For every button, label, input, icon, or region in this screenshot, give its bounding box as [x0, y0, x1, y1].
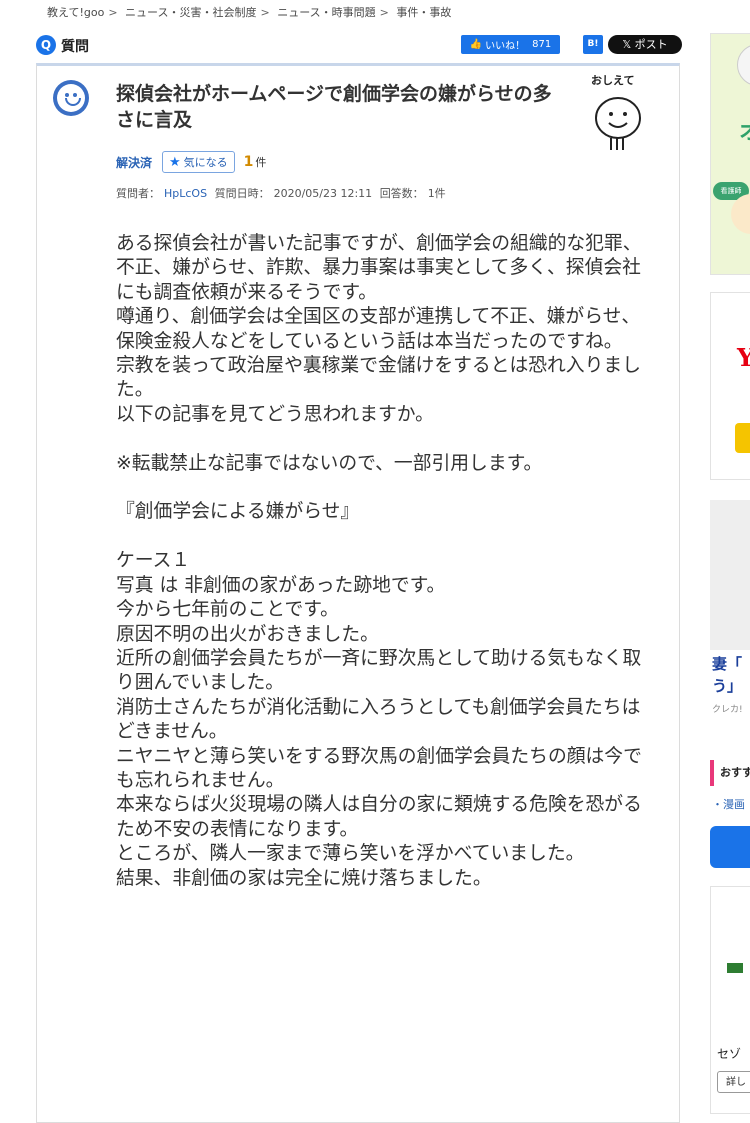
- ad-person-image: [737, 44, 750, 86]
- sidebar-ad-yahoo[interactable]: Y: [710, 292, 750, 480]
- body-paragraph: 結果、非創価の家は完全に焼け落ちました。: [116, 867, 492, 889]
- thumbs-up-icon: 👍: [469, 39, 483, 50]
- question-card: 探偵会社がホームページで創価学会の嫌がらせの多さに言及 おしえて 解決済 ★ 気…: [36, 63, 680, 1123]
- x-post-button[interactable]: 𝕏 ポスト: [608, 35, 682, 54]
- breadcrumb-separator: >: [379, 6, 389, 19]
- hatena-bookmark-button[interactable]: B!: [583, 35, 603, 54]
- body-paragraph: 以下の記事を見てどう思われますか。: [116, 403, 434, 425]
- sidebar-ad-source: クレカ!: [712, 705, 743, 715]
- date-label: 質問日時：: [214, 187, 270, 200]
- like-label: いいね！: [485, 41, 526, 52]
- sidebar-ad-banner[interactable]: オ 看護師 ハ: [710, 33, 750, 275]
- watch-label: 気になる: [183, 156, 228, 169]
- watch-count: 1: [243, 154, 254, 170]
- like-button[interactable]: 👍 いいね！ 871: [461, 35, 560, 54]
- body-paragraph: 原因不明の出火がおきました。: [116, 623, 379, 645]
- body-paragraph: ある探偵会社が書いた記事ですが、創価学会の組織的な犯罪、不正、嫌がらせ、詐欺、暴…: [116, 233, 642, 303]
- question-meta: 質問者： HpLcOS 質問日時： 2020/05/23 12:11 回答数： 1件: [116, 185, 450, 201]
- ad-saison-label: セゾ: [717, 1047, 742, 1061]
- body-paragraph: ところが、隣人一家まで薄ら笑いを浮かべていました。: [116, 843, 585, 865]
- ad-bottom-text: ハ: [741, 270, 750, 274]
- sidebar-ad-headline[interactable]: 妻「 う」: [712, 653, 742, 697]
- question-body: ある探偵会社が書いた記事ですが、創価学会の組織的な犯罪、不正、嫌がらせ、詐欺、暴…: [116, 232, 651, 891]
- ad-yellow-button[interactable]: [735, 423, 750, 453]
- breadcrumb-separator: >: [260, 6, 270, 19]
- body-paragraph: 宗教を装って政治屋や裏稼業で金儲けをするとは恐れ入りました。: [116, 355, 641, 401]
- asker-link[interactable]: HpLcOS: [164, 187, 207, 200]
- question-title: 探偵会社がホームページで創価学会の嫌がらせの多さに言及: [116, 83, 552, 131]
- body-paragraph: 『創価学会による嫌がらせ』: [116, 501, 360, 523]
- avatar[interactable]: [53, 80, 89, 116]
- question-date: 2020/05/23 12:11: [273, 187, 373, 200]
- body-paragraph: 近所の創価学会員たちが一斉に野次馬として助ける気もなく取り囲んでいました。: [116, 647, 642, 694]
- breadcrumb-item-news-current[interactable]: ニュース・時事問題: [277, 6, 375, 19]
- sidebar-ad-image[interactable]: [710, 500, 750, 650]
- breadcrumb: 教えて!goo > ニュース・災害・社会制度 > ニュース・時事問題 > 事件・事故: [47, 4, 451, 20]
- like-count: 871: [532, 39, 552, 50]
- question-label: 質問: [61, 39, 89, 55]
- breadcrumb-item-incident[interactable]: 事件・事故: [396, 6, 451, 19]
- body-paragraph: ケース１: [116, 550, 191, 572]
- ad-headline-line: 妻「: [712, 655, 743, 673]
- sidebar-blue-button[interactable]: [710, 826, 750, 868]
- body-paragraph: 噂通り、創価学会は全国区の支部が連携して不正、嫌がらせ、保険金殺人などをしている…: [116, 306, 641, 352]
- oshiete-mascot-icon: おしえて: [591, 74, 641, 150]
- body-paragraph: [116, 525, 651, 549]
- status-row: 解決済 ★ 気になる 1 件: [116, 151, 266, 173]
- answer-count: 1件: [427, 187, 446, 200]
- details-button[interactable]: 詳し: [717, 1071, 750, 1093]
- mascot-text: おしえて: [591, 74, 634, 87]
- body-paragraph: ※転載禁止な記事ではないので、一部引用します。: [116, 452, 543, 474]
- yahoo-logo-icon: Y: [737, 343, 750, 372]
- answers-label: 回答数：: [379, 187, 424, 200]
- watch-count-unit: 件: [255, 156, 267, 169]
- recommend-heading: おすす: [710, 760, 750, 786]
- body-paragraph: 消防士さんたちが消化活動に入ろうとしても創価学会員たちはどきません。: [116, 696, 641, 743]
- credit-card-icon: [727, 963, 743, 973]
- body-paragraph: 本来ならば火災現場の隣人は自分の家に類焼する危険を恐がるため不安の表情になります…: [116, 794, 642, 840]
- body-paragraph: 写真 は 非創価の家があった跡地です。: [116, 574, 446, 596]
- body-paragraph: [116, 427, 651, 451]
- ad-headline-line: う」: [712, 677, 743, 695]
- smiley-face-icon: [57, 84, 85, 112]
- ad-heading: オ: [739, 114, 750, 146]
- sidebar-ad-saison[interactable]: セゾ 詳し: [710, 886, 750, 1114]
- star-icon: ★: [169, 154, 181, 170]
- breadcrumb-separator: >: [108, 6, 118, 19]
- question-header: Q 質問 👍 いいね！ 871 B! 𝕏 ポスト: [36, 35, 682, 57]
- ad-person-image: [731, 194, 750, 234]
- breadcrumb-item-goo[interactable]: 教えて!goo: [47, 6, 104, 19]
- resolved-status: 解決済: [116, 155, 153, 170]
- body-paragraph: 今から七年前のことです。: [116, 599, 339, 621]
- manga-link[interactable]: ・漫画: [712, 796, 745, 812]
- asker-label: 質問者：: [116, 187, 160, 200]
- breadcrumb-item-news-disaster[interactable]: ニュース・災害・社会制度: [125, 6, 256, 19]
- question-q-icon: Q: [36, 35, 56, 55]
- watch-button[interactable]: ★ 気になる: [162, 151, 235, 173]
- body-paragraph: ニヤニヤと薄ら笑いをする野次馬の創価学会員たちの顔は今でも忘れられません。: [116, 745, 642, 791]
- body-paragraph: [116, 476, 651, 500]
